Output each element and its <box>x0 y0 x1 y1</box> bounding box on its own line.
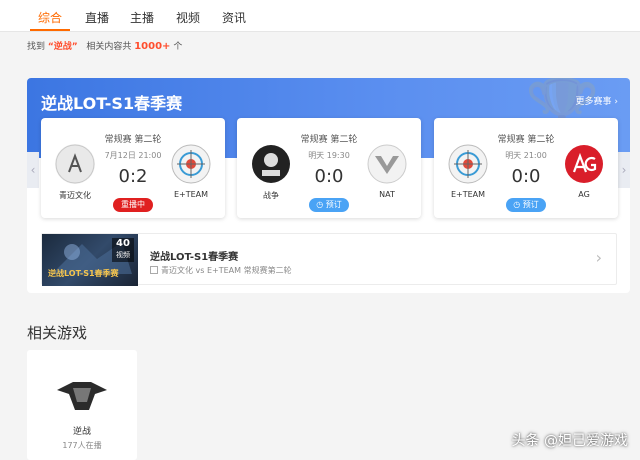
video-title[interactable]: 逆战LOT-S1春季赛 <box>150 248 238 263</box>
event-video-row[interactable]: 40 视频 逆战LOT-S1春季赛 逆战LOT-S1春季赛 青迈文化 vs E+… <box>41 233 617 286</box>
search-tab-bar: 综合 直播 主播 视频 资讯 <box>0 0 640 32</box>
book-label: 预订 <box>522 200 539 209</box>
tab-streamers[interactable]: 主播 <box>130 10 154 26</box>
team-b-name: AG <box>578 190 590 199</box>
team-b-name: NAT <box>379 190 395 199</box>
chevron-right-icon: › <box>621 163 627 177</box>
game-viewers: 177人在播 <box>62 441 102 450</box>
game-name: 逆战 <box>72 427 91 437</box>
result-prefix: 找到 <box>27 42 46 52</box>
tab-videos[interactable]: 视频 <box>176 10 200 26</box>
video-thumbnail[interactable]: 40 视频 逆战LOT-S1春季赛 <box>42 234 138 286</box>
match-card[interactable]: 常规赛 第二轮 7月12日 21:00 0:2 青迈文化 E+TEAM 重播中 <box>41 118 225 218</box>
clock-icon: ◷ <box>513 200 523 209</box>
result-suffix: 个 <box>173 42 183 52</box>
book-button[interactable]: ◷ 预订 <box>506 198 546 212</box>
team-a-name: 战争 <box>263 191 279 200</box>
tab-news[interactable]: 资讯 <box>222 10 246 26</box>
tab-live[interactable]: 直播 <box>85 10 109 26</box>
book-button[interactable]: ◷ 预订 <box>309 198 349 212</box>
chevron-right-icon[interactable]: › <box>596 248 602 267</box>
active-tab-indicator <box>30 29 70 31</box>
clock-icon: ◷ <box>316 200 326 209</box>
more-events-link[interactable]: 更多赛事 › <box>576 94 618 107</box>
video-subtitle-text: 青迈文化 vs E+TEAM 常规赛第二轮 <box>161 266 292 275</box>
replay-button[interactable]: 重播中 <box>113 198 153 212</box>
video-play-icon <box>150 266 158 274</box>
result-keyword: “逆战” <box>47 42 78 52</box>
team-a-name: E+TEAM <box>450 190 486 199</box>
match-card[interactable]: 常规赛 第二轮 明天 21:00 0:0 E+TEAM AG ◷ 预订 <box>434 118 618 218</box>
video-count-label: 视频 <box>116 251 130 259</box>
match-score: 0:2 <box>118 166 148 187</box>
carousel-next-button[interactable]: › <box>618 152 630 188</box>
event-title: 逆战LOT-S1春季赛 <box>41 94 183 113</box>
match-stage: 常规赛 第二轮 <box>497 135 555 145</box>
match-card[interactable]: 常规赛 第二轮 明天 19:30 0:0 战争 NAT ◷ 预订 <box>237 118 421 218</box>
result-count: 1000+ <box>134 41 171 52</box>
team-b-name: E+TEAM <box>173 190 209 199</box>
video-count: 40 <box>116 238 130 249</box>
video-count-badge: 40 视频 <box>112 238 134 262</box>
chevron-left-icon: ‹ <box>30 163 36 177</box>
result-middle: 相关内容共 <box>86 42 132 52</box>
related-games-title: 相关游戏 <box>27 324 88 342</box>
video-subtitle: 青迈文化 vs E+TEAM 常规赛第二轮 <box>150 265 292 276</box>
thumbnail-title: 逆战LOT-S1春季赛 <box>48 269 119 278</box>
book-label: 预订 <box>325 200 342 209</box>
match-stage: 常规赛 第二轮 <box>104 135 162 145</box>
carousel-prev-button[interactable]: ‹ <box>27 152 39 188</box>
match-score: 0:0 <box>511 166 541 187</box>
tab-comprehensive[interactable]: 综合 <box>38 10 62 26</box>
team-a-name: 青迈文化 <box>59 191 91 200</box>
game-card[interactable]: 逆战 177人在播 <box>27 350 137 460</box>
match-stage: 常规赛 第二轮 <box>300 135 358 145</box>
watermark: 头条 @妲己爱游戏 <box>511 433 628 449</box>
match-score: 0:0 <box>314 166 344 187</box>
result-summary: 找到 “逆战” 相关内容共 1000+ 个 <box>27 41 182 53</box>
game-logo <box>57 382 107 410</box>
